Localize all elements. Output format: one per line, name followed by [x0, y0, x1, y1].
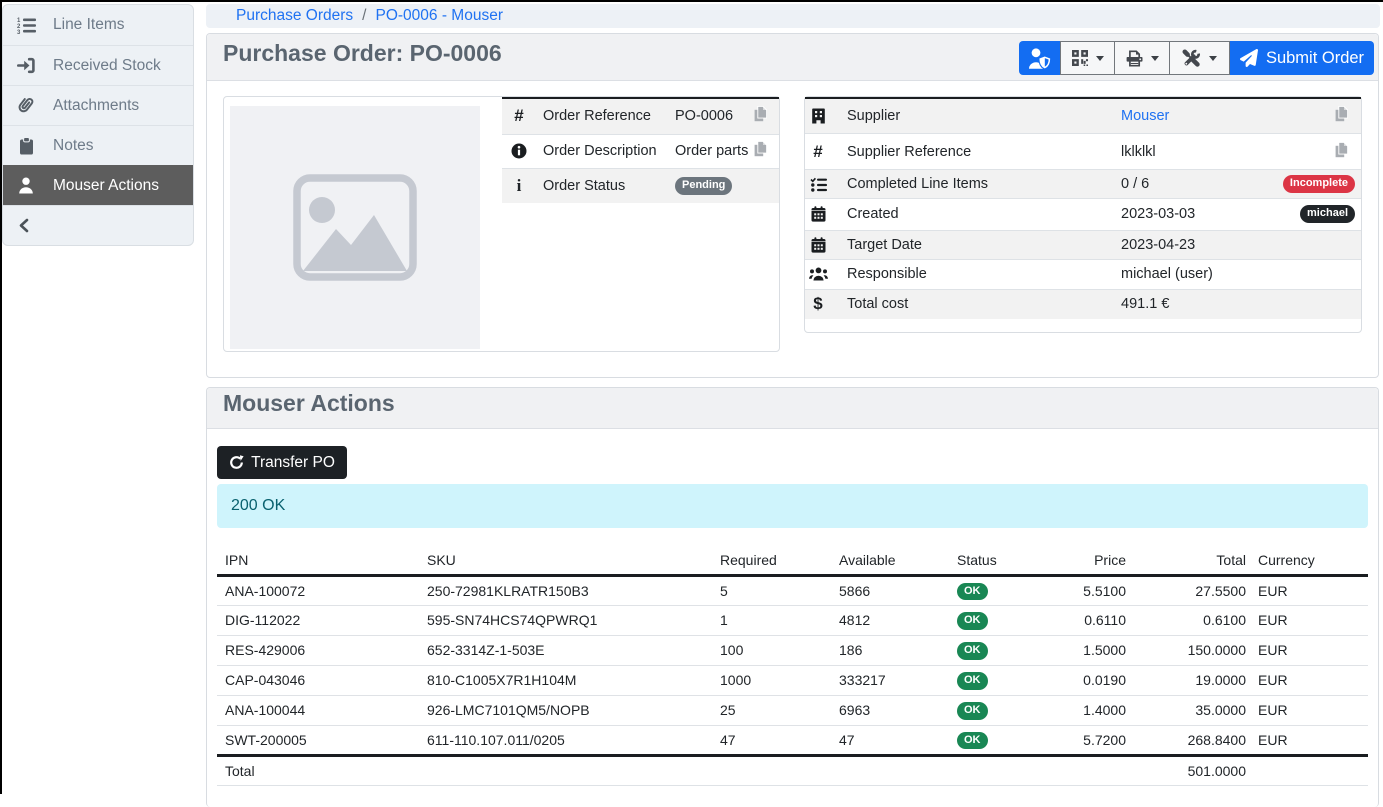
svg-text:3: 3 [17, 30, 21, 34]
